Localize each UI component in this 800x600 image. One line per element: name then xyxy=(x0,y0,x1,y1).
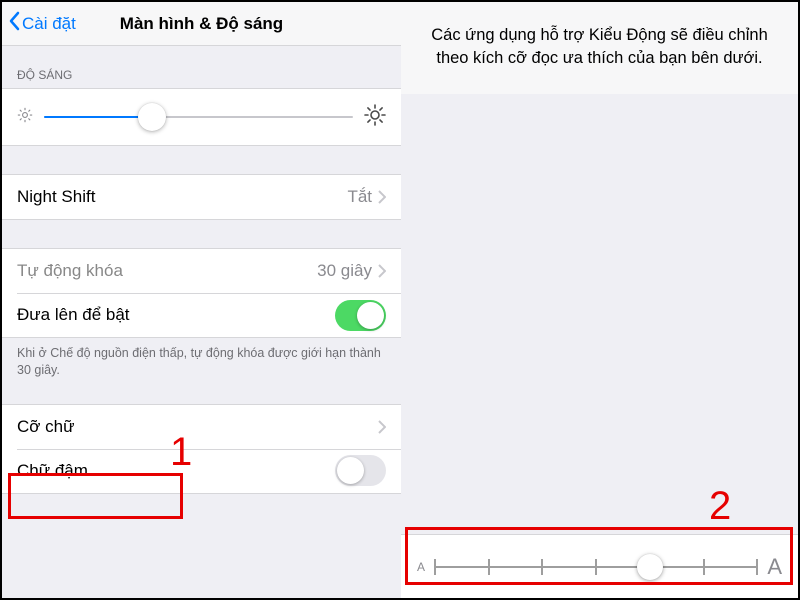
text-size-pane: Các ứng dụng hỗ trợ Kiểu Động sẽ điều ch… xyxy=(401,2,798,598)
text-size-tick xyxy=(434,559,436,575)
nav-bar: Cài đặt Màn hình & Độ sáng xyxy=(2,2,401,46)
text-large-icon: A xyxy=(767,554,782,580)
text-size-tick xyxy=(488,559,490,575)
text-size-tick xyxy=(595,559,597,575)
text-small-icon: A xyxy=(417,560,425,574)
night-shift-group: Night Shift Tắt xyxy=(2,174,401,220)
bold-text-row: Chữ đậm xyxy=(2,449,401,493)
back-label: Cài đặt xyxy=(22,14,76,34)
text-size-tick xyxy=(756,559,758,575)
chevron-right-icon xyxy=(378,264,386,278)
auto-lock-label: Tự động khóa xyxy=(17,261,123,281)
back-button[interactable]: Cài đặt xyxy=(2,11,76,36)
brightness-section-header: ĐỘ SÁNG xyxy=(2,46,401,88)
text-size-label: Cỡ chữ xyxy=(17,417,74,437)
page-title: Màn hình & Độ sáng xyxy=(120,14,283,34)
text-size-tick xyxy=(703,559,705,575)
text-size-tick xyxy=(541,559,543,575)
bold-text-toggle[interactable] xyxy=(335,455,386,486)
brightness-group xyxy=(2,88,401,146)
brightness-slider-thumb[interactable] xyxy=(138,103,166,131)
chevron-right-icon xyxy=(378,420,386,434)
sun-low-icon xyxy=(16,106,34,129)
auto-lock-value: 30 giây xyxy=(317,261,372,281)
text-size-row[interactable]: Cỡ chữ xyxy=(2,405,401,449)
text-size-slider[interactable] xyxy=(435,555,757,579)
chevron-left-icon xyxy=(8,11,22,36)
raise-to-wake-row: Đưa lên để bật xyxy=(2,293,401,337)
text-size-body xyxy=(401,94,798,534)
raise-to-wake-label: Đưa lên để bật xyxy=(17,305,130,325)
brightness-slider-row xyxy=(2,89,401,145)
chevron-right-icon xyxy=(378,190,386,204)
low-power-note: Khi ở Chế độ nguồn điện thấp, tự động kh… xyxy=(2,338,401,386)
night-shift-label: Night Shift xyxy=(17,187,95,207)
night-shift-row[interactable]: Night Shift Tắt xyxy=(2,175,401,219)
text-size-slider-thumb[interactable] xyxy=(637,554,663,580)
dynamic-type-description: Các ứng dụng hỗ trợ Kiểu Động sẽ điều ch… xyxy=(401,2,798,94)
sun-high-icon xyxy=(363,103,387,132)
lock-wake-group: Tự động khóa 30 giây Đưa lên để bật xyxy=(2,248,401,338)
auto-lock-row[interactable]: Tự động khóa 30 giây xyxy=(2,249,401,293)
text-group: Cỡ chữ Chữ đậm xyxy=(2,404,401,494)
night-shift-value: Tắt xyxy=(347,187,372,207)
settings-display-pane: Cài đặt Màn hình & Độ sáng ĐỘ SÁNG xyxy=(2,2,401,598)
text-size-slider-row: A A xyxy=(401,534,798,598)
bold-text-label: Chữ đậm xyxy=(17,461,88,481)
brightness-slider[interactable] xyxy=(44,116,353,118)
raise-to-wake-toggle[interactable] xyxy=(335,300,386,331)
